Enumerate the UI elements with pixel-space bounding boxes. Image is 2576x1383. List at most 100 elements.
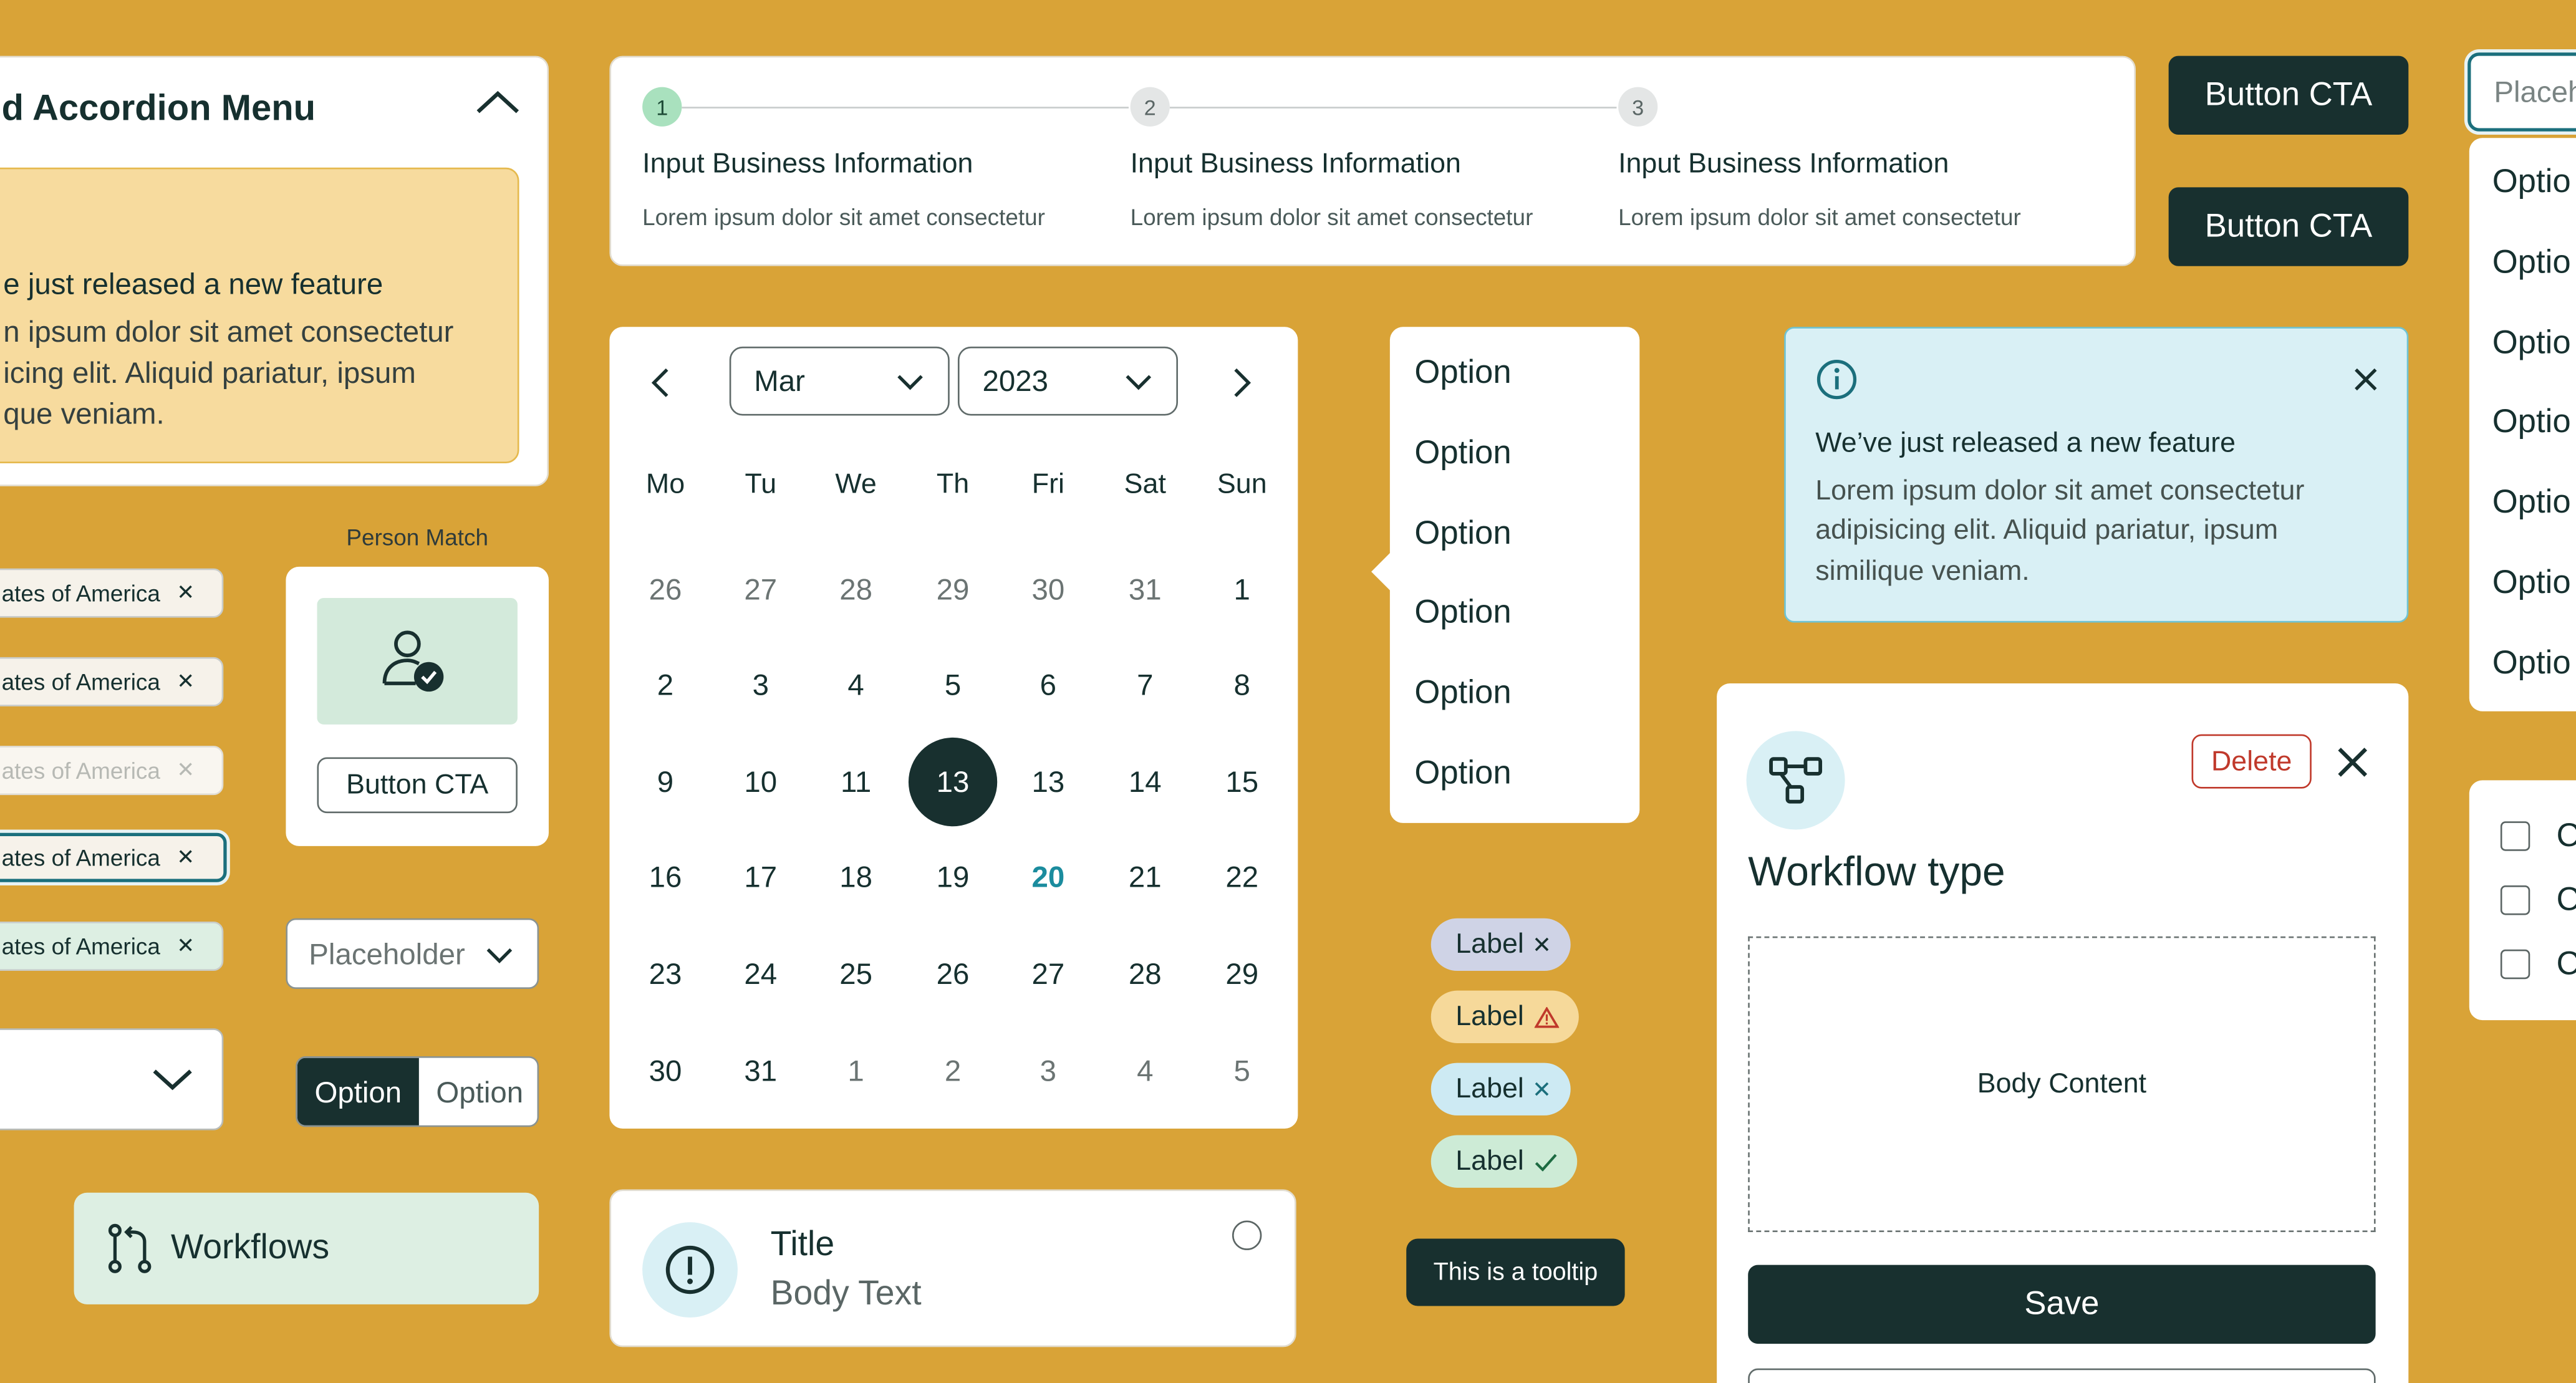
calendar-day[interactable]: 3	[721, 647, 800, 725]
option-item-5[interactable]: Option	[1414, 675, 1511, 713]
right-option-2[interactable]: Optio	[2492, 245, 2571, 283]
dropdown-caret	[1371, 553, 1409, 590]
option-item-2[interactable]: Option	[1414, 435, 1511, 473]
calendar-day[interactable]: 29	[1203, 935, 1281, 1014]
option-item-4[interactable]: Option	[1414, 595, 1511, 633]
calendar-day[interactable]: 23	[626, 935, 705, 1014]
chip-2[interactable]: ates of America ✕	[0, 657, 224, 706]
workflow-panel: Delete Workflow type Body Content Save	[1717, 683, 2409, 1383]
calendar-day[interactable]: 9	[626, 743, 705, 821]
checkbox-2[interactable]	[2500, 885, 2530, 915]
cta-button-top[interactable]: Button CTA	[2168, 55, 2409, 135]
calendar-day[interactable]: 7	[1106, 647, 1184, 725]
chevron-left-icon[interactable]	[649, 367, 672, 400]
segment-option-active[interactable]: Option	[297, 1058, 419, 1125]
calendar-day[interactable]: 29	[914, 551, 992, 629]
check-icon	[1534, 1153, 1556, 1171]
right-select-input[interactable]: Placeh	[2467, 52, 2576, 132]
person-match-avatar-box	[317, 597, 518, 725]
close-icon[interactable]: ✕	[1532, 1075, 1551, 1103]
calendar-day[interactable]: 16	[626, 839, 705, 918]
step-3-indicator[interactable]: 3	[1618, 87, 1658, 127]
calendar-day[interactable]: 11	[816, 743, 895, 821]
calendar-day[interactable]: 27	[721, 551, 800, 629]
calendar-day[interactable]: 18	[816, 839, 895, 918]
close-icon[interactable]	[2336, 746, 2369, 779]
calendar-day[interactable]: 28	[1106, 935, 1184, 1014]
segment-option[interactable]: Option	[419, 1058, 538, 1125]
accordion-alert-body-3: que veniam.	[3, 397, 165, 431]
right-option-1[interactable]: Optio	[2492, 164, 2571, 202]
notification-radio[interactable]	[1232, 1220, 1262, 1250]
calendar-day[interactable]: 2	[626, 647, 705, 725]
save-button[interactable]: Save	[1748, 1265, 2376, 1344]
cta-button-bottom[interactable]: Button CTA	[2168, 187, 2409, 266]
calendar-day[interactable]: 24	[721, 935, 800, 1014]
close-icon[interactable]: ✕	[176, 844, 195, 870]
calendar-day[interactable]: 27	[1009, 935, 1088, 1014]
calendar-day[interactable]: 31	[1106, 551, 1184, 629]
calendar-day[interactable]: 28	[816, 551, 895, 629]
calendar-day[interactable]: 1	[1203, 551, 1281, 629]
calendar-day[interactable]: 1	[816, 1032, 895, 1111]
chip-selected[interactable]: ates of America ✕	[0, 922, 224, 971]
right-option-5[interactable]: Optio	[2492, 484, 2571, 523]
calendar-day[interactable]: 8	[1203, 647, 1281, 725]
calendar-day[interactable]: 6	[1009, 647, 1088, 725]
month-select[interactable]: Mar	[729, 346, 950, 416]
label-text: Label	[1455, 1000, 1524, 1032]
calendar-day[interactable]: 22	[1203, 839, 1281, 918]
close-icon[interactable]: ✕	[176, 580, 195, 606]
calendar-day[interactable]: 13	[1009, 743, 1088, 821]
checkbox-1[interactable]	[2500, 821, 2530, 851]
right-option-4[interactable]: Optio	[2492, 404, 2571, 442]
calendar-day[interactable]: 26	[626, 551, 705, 629]
calendar-day[interactable]: 21	[1106, 839, 1184, 918]
chip-focused[interactable]: ates of America ✕	[0, 832, 227, 882]
step-2-indicator[interactable]: 2	[1130, 87, 1170, 127]
close-icon[interactable]: ✕	[1532, 931, 1551, 959]
close-icon[interactable]: ✕	[176, 933, 195, 959]
checkbox-3[interactable]	[2500, 949, 2530, 980]
close-icon[interactable]	[2354, 368, 2377, 391]
person-match-button[interactable]: Button CTA	[317, 757, 518, 814]
close-icon[interactable]: ✕	[176, 668, 195, 695]
calendar-day[interactable]: 5	[914, 647, 992, 725]
option-item-1[interactable]: Option	[1414, 355, 1511, 393]
calendar-day[interactable]: 30	[1009, 551, 1088, 629]
calendar-day[interactable]: 30	[626, 1032, 705, 1111]
secondary-button[interactable]	[1748, 1368, 2376, 1383]
right-option-7[interactable]: Optio	[2492, 645, 2571, 683]
option-item-6[interactable]: Option	[1414, 756, 1511, 794]
large-select[interactable]	[0, 1028, 224, 1130]
chevron-right-icon[interactable]	[1230, 367, 1253, 400]
delete-button[interactable]: Delete	[2191, 734, 2312, 789]
calendar-day[interactable]: 17	[721, 839, 800, 918]
label-text: Label	[1455, 1072, 1524, 1104]
right-option-6[interactable]: Optio	[2492, 565, 2571, 603]
placeholder-select[interactable]: Placeholder	[286, 918, 539, 990]
chevron-up-icon[interactable]	[475, 87, 521, 117]
calendar-day[interactable]: 26	[914, 935, 992, 1014]
calendar-day-today[interactable]: 20	[1009, 839, 1088, 918]
calendar-day[interactable]: 19	[914, 839, 992, 918]
calendar-day[interactable]: 4	[1106, 1032, 1184, 1111]
calendar-day-selected[interactable]: 13	[908, 738, 998, 827]
calendar-day[interactable]: 4	[816, 647, 895, 725]
step-1-indicator[interactable]: 1	[642, 87, 682, 127]
calendar-day[interactable]: 14	[1106, 743, 1184, 821]
year-select[interactable]: 2023	[957, 346, 1179, 416]
calendar-day[interactable]: 5	[1203, 1032, 1281, 1111]
workflows-nav-item[interactable]: Workflows	[74, 1192, 539, 1304]
calendar-day[interactable]: 3	[1009, 1032, 1088, 1111]
calendar-day[interactable]: 31	[721, 1032, 800, 1111]
right-option-3[interactable]: Optio	[2492, 325, 2571, 364]
calendar-day[interactable]: 15	[1203, 743, 1281, 821]
calendar-day[interactable]: 2	[914, 1032, 992, 1111]
calendar-day[interactable]: 25	[816, 935, 895, 1014]
calendar-day[interactable]: 10	[721, 743, 800, 821]
chip-1[interactable]: ates of America ✕	[0, 568, 224, 618]
checkbox-1-label: C	[2556, 818, 2576, 856]
label-tag-warning: Label	[1430, 990, 1578, 1043]
option-item-3[interactable]: Option	[1414, 516, 1511, 554]
